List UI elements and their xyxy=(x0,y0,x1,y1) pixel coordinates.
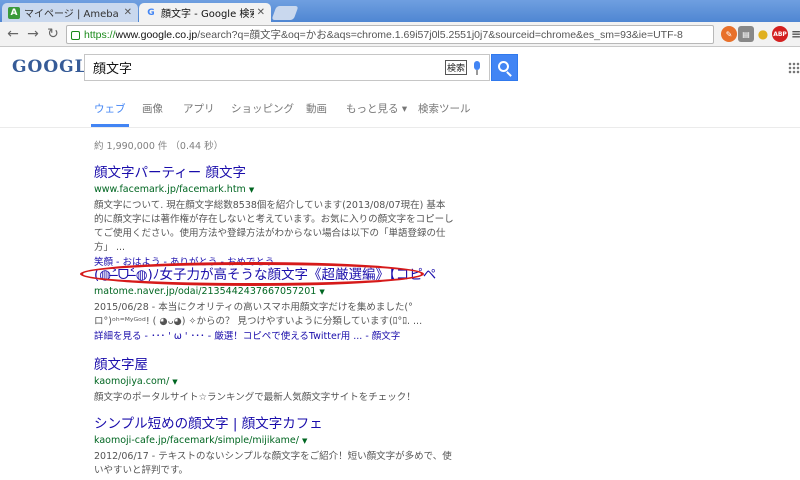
result-url: matome.naver.jp/odai/2135442437667057201… xyxy=(94,286,325,297)
search-button[interactable] xyxy=(491,54,518,81)
adblock-icon[interactable]: ABP xyxy=(772,26,788,42)
result-url: kaomojiya.com/▼ xyxy=(94,376,178,387)
tab-strip: A マイページ | Ameba (アメー/ ✕ G 顔文字 - Google 検… xyxy=(0,0,800,22)
dropdown-caret-icon[interactable]: ▼ xyxy=(249,186,254,194)
search-nav: ウェブ 画像 アプリ ショッピング 動画 もっと見る ▾ 検索ツール xyxy=(0,98,800,128)
tab-web[interactable]: ウェブ xyxy=(91,101,128,127)
lock-icon xyxy=(71,31,80,40)
close-tab-icon[interactable]: ✕ xyxy=(124,7,132,18)
search-input[interactable]: 顔文字 検索 xyxy=(84,54,490,81)
result-snippet: 顔文字について. 現在顔文字総数8538個を紹介しています(2013/08/07… xyxy=(94,200,454,253)
url-text: https://www.google.co.jp/search?q=顔文字&oq… xyxy=(84,29,683,41)
tab-more[interactable]: もっと見る ▾ xyxy=(346,101,407,116)
reader-icon[interactable]: ▤ xyxy=(738,26,754,42)
tab-apps[interactable]: アプリ xyxy=(183,101,215,116)
result-title[interactable]: 顔文字パーティー 顔文字 xyxy=(94,165,454,181)
tab-label: 顔文字 - Google 検索 xyxy=(161,9,254,20)
result-url: www.facemark.jp/facemark.htm ▼ xyxy=(94,184,255,195)
tab-videos[interactable]: 動画 xyxy=(306,101,327,116)
browser-tab-ameba[interactable]: A マイページ | Ameba (アメー/ ✕ xyxy=(2,3,138,22)
dropdown-caret-icon[interactable]: ▼ xyxy=(172,378,177,386)
search-query[interactable]: 顔文字 xyxy=(93,58,445,77)
red-highlight-oval xyxy=(80,262,424,286)
tab-search-tools[interactable]: 検索ツール xyxy=(418,101,471,116)
search-result: 顔文字屋 kaomojiya.com/▼ 顔文字のポータルサイト☆ランキングで最… xyxy=(94,357,454,405)
search-result: シンプル短めの顔文字 | 顔文字カフェ kaomoji-cafe.jp/face… xyxy=(94,416,454,478)
result-url: kaomoji-cafe.jp/facemark/simple/mijikame… xyxy=(94,435,308,446)
result-title[interactable]: シンプル短めの顔文字 | 顔文字カフェ xyxy=(94,416,454,432)
search-result: 顔文字パーティー 顔文字 www.facemark.jp/facemark.ht… xyxy=(94,165,454,270)
close-tab-icon[interactable]: ✕ xyxy=(257,7,265,18)
edit-icon[interactable]: ✎ xyxy=(721,26,737,42)
google-logo[interactable]: GOOGLE xyxy=(12,57,101,81)
microphone-icon[interactable] xyxy=(473,60,481,75)
result-snippet: 2015/06/28 - 本当にクオリティの高いスマホ用顔文字だけを集めました(… xyxy=(94,302,423,327)
dropdown-caret-icon[interactable]: ▼ xyxy=(302,437,307,445)
result-snippet: 顔文字のポータルサイト☆ランキングで最新人気顔文字サイトをチェック！ xyxy=(94,392,416,403)
tab-shopping[interactable]: ショッピング xyxy=(231,101,294,116)
back-arrow-icon[interactable]: ← xyxy=(4,25,22,43)
forward-arrow-icon[interactable]: → xyxy=(24,25,42,43)
address-bar[interactable]: https://www.google.co.jp/search?q=顔文字&oq… xyxy=(66,25,714,44)
ameba-favicon-icon: A xyxy=(8,6,20,19)
apps-grid-icon[interactable] xyxy=(788,62,800,74)
result-title[interactable]: 顔文字屋 xyxy=(94,357,454,373)
browser-toolbar: ← → ↻ https://www.google.co.jp/search?q=… xyxy=(0,22,800,47)
menu-icon[interactable]: ≡ xyxy=(788,26,800,42)
browser-tab-google[interactable]: G 顔文字 - Google 検索 ✕ xyxy=(139,3,271,22)
tab-images[interactable]: 画像 xyxy=(142,101,163,116)
keyboard-icon[interactable]: 検索 xyxy=(444,60,467,75)
tab-label: マイページ | Ameba (アメー/ xyxy=(24,9,121,20)
new-tab-button[interactable] xyxy=(271,6,299,20)
result-snippet: 2012/06/17 - テキストのないシンプルな顔文字をご紹介！短い顔文字が多… xyxy=(94,451,452,476)
search-icon xyxy=(498,61,509,72)
result-sitelinks[interactable]: 詳細を見る - ･･･ ' ω ' ･･･ - 厳選！コピペで使えるTwitte… xyxy=(94,330,454,344)
lightbulb-icon[interactable]: ● xyxy=(755,26,771,42)
dropdown-caret-icon[interactable]: ▼ xyxy=(319,288,324,296)
result-stats: 約 1,990,000 件 （0.44 秒） xyxy=(94,141,224,152)
reload-icon[interactable]: ↻ xyxy=(44,25,62,43)
google-favicon-icon: G xyxy=(147,7,155,18)
